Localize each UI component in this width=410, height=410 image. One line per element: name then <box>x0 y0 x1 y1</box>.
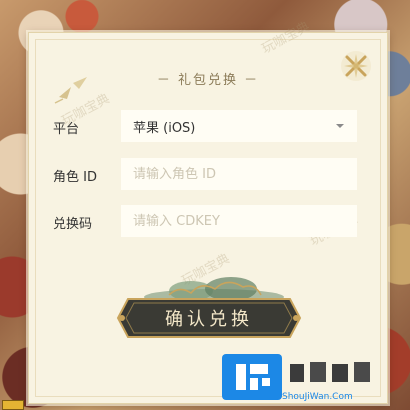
close-icon <box>341 51 371 81</box>
gift-redeem-dialog: － 礼包兑换 － 玩咖宝典 玩咖宝典 玩咖宝典 玩咖宝典 平台 苹果 (iOS)… <box>28 19 388 404</box>
logo-glyph <box>236 364 270 390</box>
role-id-label: 角色 ID <box>53 170 97 185</box>
close-button[interactable] <box>337 47 375 85</box>
dialog-title: － 礼包兑换 － <box>156 73 260 88</box>
platform-select[interactable]: 苹果 (iOS) <box>121 110 357 142</box>
chevron-down-icon <box>336 124 344 128</box>
logo-url: ShouJiWan.Com <box>282 392 353 402</box>
redeem-code-input[interactable] <box>121 205 357 237</box>
confirm-redeem-label: 确认兑换 <box>165 309 253 330</box>
logo-mark <box>222 354 282 400</box>
role-id-input[interactable] <box>121 158 357 190</box>
logo-wordmark <box>290 362 370 382</box>
platform-label: 平台 <box>53 122 80 137</box>
site-logo: ShouJiWan.Com <box>222 354 382 406</box>
corner-tab <box>2 400 24 410</box>
platform-value: 苹果 (iOS) <box>133 120 196 136</box>
redeem-code-label: 兑换码 <box>53 217 93 232</box>
confirm-redeem-button[interactable]: 确认兑换 <box>114 295 304 341</box>
